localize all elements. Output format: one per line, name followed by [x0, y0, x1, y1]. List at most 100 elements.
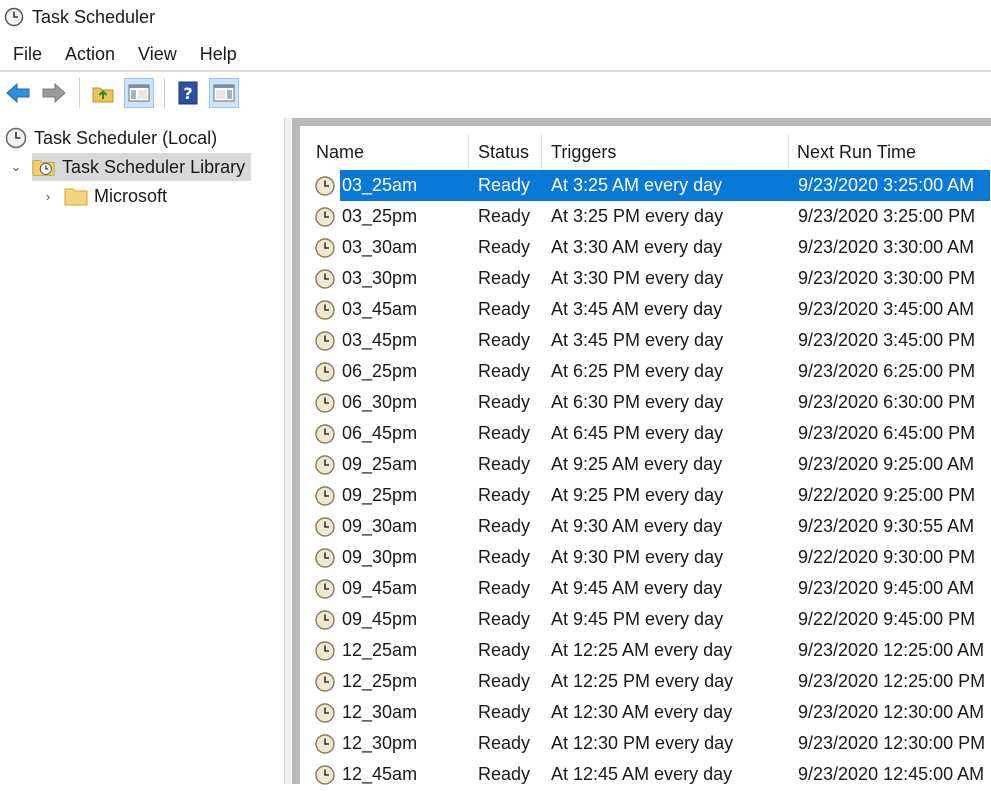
table-row[interactable]: 03_25am Ready At 3:25 AM every day 9/23/202… [300, 170, 991, 201]
table-row[interactable]: 12_25am Ready At 12:25 AM every day 9/23/20… [300, 635, 991, 666]
menu-view[interactable]: View [125, 44, 187, 65]
table-row[interactable]: 12_25pm Ready At 12:25 PM every day 9/23/20… [300, 666, 991, 697]
task-clock-icon [314, 206, 336, 228]
task-trigger: At 9:25 PM every day [551, 485, 724, 505]
folder-icon [64, 184, 88, 208]
task-next-run-time: 9/22/2020 9:25:00 PM [798, 485, 976, 505]
task-name: 06_25pm [342, 361, 418, 381]
task-next-run-time: 9/23/2020 3:45:00 PM [798, 330, 976, 350]
folder-up-icon[interactable] [88, 78, 118, 108]
task-next-run-time: 9/23/2020 3:25:00 AM [798, 175, 975, 195]
task-trigger: At 9:45 PM every day [551, 609, 724, 629]
table-row[interactable]: 03_25pm Ready At 3:25 PM every day 9/23/202… [300, 201, 991, 232]
table-row[interactable]: 03_30pm Ready At 3:30 PM every day 9/23/202… [300, 263, 991, 294]
tree-item-local[interactable]: Task Scheduler (Local) [4, 124, 217, 152]
table-row[interactable]: 12_45am Ready At 12:45 AM every day 9/23/20… [300, 759, 991, 790]
chevron-down-icon[interactable]: ⌄ [8, 159, 24, 175]
table-row[interactable]: 03_45am Ready At 3:45 AM every day 9/23/202… [300, 294, 991, 325]
task-next-run-time: 9/23/2020 3:30:00 PM [798, 268, 976, 288]
tree-item-microsoft[interactable]: › Microsoft [40, 182, 167, 210]
help-icon[interactable]: ? [173, 78, 203, 108]
forward-arrow-icon[interactable] [39, 78, 69, 108]
task-clock-icon [314, 268, 336, 290]
task-name: 03_25am [342, 175, 418, 195]
tree-item-label: Task Scheduler (Local) [34, 127, 218, 148]
toolbar-separator [79, 78, 80, 108]
task-next-run-time: 9/23/2020 6:30:00 PM [798, 392, 976, 412]
task-trigger: At 9:30 AM every day [551, 516, 723, 536]
task-name: 03_45am [342, 299, 418, 319]
task-trigger: At 12:30 PM every day [551, 733, 734, 753]
task-name: 06_30pm [342, 392, 418, 412]
task-trigger: At 6:30 PM every day [551, 392, 724, 412]
table-row[interactable]: 12_30pm Ready At 12:30 PM every day 9/23/20… [300, 728, 991, 759]
task-clock-icon [314, 175, 336, 197]
table-row[interactable]: 09_45pm Ready At 9:45 PM every day 9/22/202… [300, 604, 991, 635]
task-trigger: At 3:45 AM every day [551, 299, 723, 319]
table-row[interactable]: 09_45am Ready At 9:45 AM every day 9/23/202… [300, 573, 991, 604]
tree-item-library[interactable]: ⌄ Task Scheduler Library [8, 153, 252, 181]
task-next-run-time: 9/23/2020 3:45:00 AM [798, 299, 975, 319]
task-clock-icon [314, 640, 336, 662]
console-tree[interactable]: Task Scheduler (Local) ⌄ Task Scheduler … [0, 118, 285, 784]
task-name: 09_45pm [342, 609, 418, 629]
task-trigger: At 3:25 PM every day [551, 206, 724, 226]
table-row[interactable]: 12_30am Ready At 12:30 AM every day 9/23/20… [300, 697, 991, 728]
chevron-right-icon[interactable]: › [40, 189, 56, 204]
column-header-next-run-time[interactable]: Next Run Time [789, 134, 991, 170]
task-next-run-time: 9/23/2020 6:45:00 PM [798, 423, 976, 443]
task-clock-icon [314, 547, 336, 569]
menu-action[interactable]: Action [52, 44, 125, 65]
task-status: Ready [478, 392, 531, 412]
task-trigger: At 9:25 AM every day [551, 454, 723, 474]
task-clock-icon [314, 609, 336, 631]
table-row[interactable]: 09_30pm Ready At 9:30 PM every day 9/22/202… [300, 542, 991, 573]
column-header-name[interactable]: Name [300, 134, 469, 170]
task-list[interactable]: Name Status Triggers Next Run Time 03_25… [292, 118, 991, 785]
task-name: 03_30pm [342, 268, 418, 288]
column-header-status[interactable]: Status [469, 134, 542, 170]
task-name: 06_45pm [342, 423, 418, 443]
menu-help[interactable]: Help [187, 44, 247, 65]
task-trigger: At 12:45 AM every day [551, 764, 733, 784]
column-header-triggers[interactable]: Triggers [542, 134, 789, 170]
tree-item-label: Microsoft [94, 185, 168, 206]
window-title: Task Scheduler [32, 6, 156, 27]
menu-file[interactable]: File [0, 44, 52, 65]
task-status: Ready [478, 299, 531, 319]
pane-splitter[interactable] [285, 118, 291, 784]
task-trigger: At 3:30 PM every day [551, 268, 724, 288]
task-name: 03_25pm [342, 206, 418, 226]
task-trigger: At 6:25 PM every day [551, 361, 724, 381]
show-hide-action-pane-icon[interactable] [209, 78, 239, 108]
table-row[interactable]: 06_45pm Ready At 6:45 PM every day 9/23/202… [300, 418, 991, 449]
task-next-run-time: 9/23/2020 12:45:00 AM [798, 764, 985, 784]
task-next-run-time: 9/22/2020 9:30:00 PM [798, 547, 976, 567]
task-status: Ready [478, 578, 531, 598]
task-name: 12_30pm [342, 733, 418, 753]
task-trigger: At 3:45 PM every day [551, 330, 724, 350]
task-status: Ready [478, 423, 531, 443]
task-status: Ready [478, 516, 531, 536]
tree-item-library-selected[interactable]: Task Scheduler Library [32, 153, 252, 181]
task-next-run-time: 9/23/2020 12:25:00 AM [798, 640, 985, 660]
list-header: Name Status Triggers Next Run Time [300, 134, 991, 170]
task-clock-icon [314, 671, 336, 693]
table-row[interactable]: 09_30am Ready At 9:30 AM every day 9/23/202… [300, 511, 991, 542]
task-clock-icon [314, 392, 336, 414]
show-hide-console-tree-icon[interactable] [124, 78, 154, 108]
table-row[interactable]: 09_25pm Ready At 9:25 PM every day 9/22/202… [300, 480, 991, 511]
task-clock-icon [314, 516, 336, 538]
table-row[interactable]: 06_25pm Ready At 6:25 PM every day 9/23/202… [300, 356, 991, 387]
table-row[interactable]: 09_25am Ready At 9:25 AM every day 9/23/202… [300, 449, 991, 480]
table-row[interactable]: 03_45pm Ready At 3:45 PM every day 9/23/202… [300, 325, 991, 356]
table-row[interactable]: 03_30am Ready At 3:30 AM every day 9/23/202… [300, 232, 991, 263]
table-row[interactable]: 06_30pm Ready At 6:30 PM every day 9/23/202… [300, 387, 991, 418]
task-clock-icon [314, 423, 336, 445]
task-next-run-time: 9/23/2020 12:30:00 PM [798, 733, 986, 753]
task-status: Ready [478, 485, 531, 505]
clock-icon [4, 126, 28, 150]
back-arrow-icon[interactable] [3, 78, 33, 108]
task-clock-icon [314, 237, 336, 259]
task-status: Ready [478, 733, 531, 753]
